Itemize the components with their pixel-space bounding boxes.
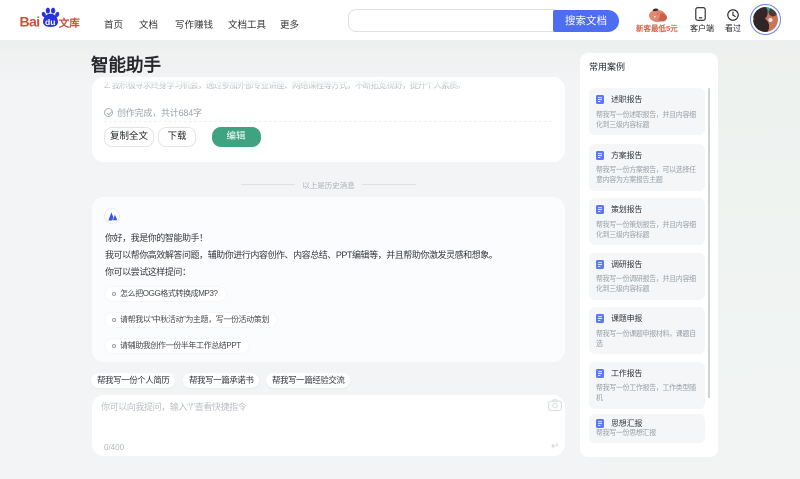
svg-text:du: du <box>45 17 55 27</box>
svg-text:Bai: Bai <box>20 13 40 29</box>
svg-text:文库: 文库 <box>58 16 80 29</box>
